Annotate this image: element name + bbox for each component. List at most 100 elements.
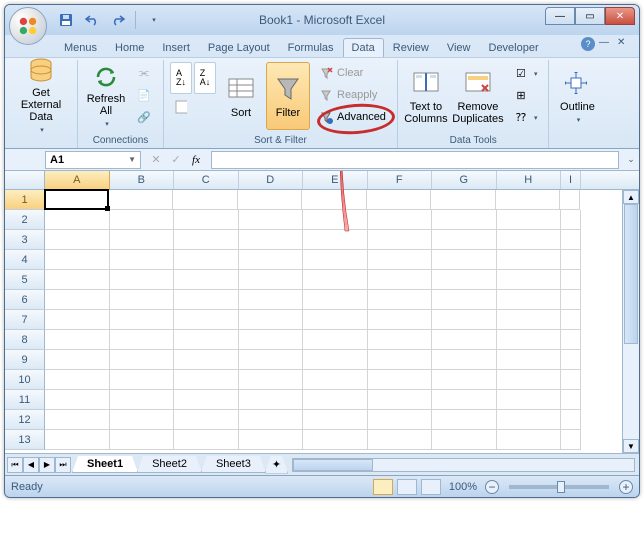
cell[interactable] (110, 390, 175, 410)
advanced-button[interactable]: Advanced (313, 106, 391, 128)
row-header[interactable]: 1 (5, 190, 45, 210)
cell[interactable] (497, 330, 562, 350)
cell[interactable] (561, 330, 581, 350)
redo-icon[interactable] (107, 9, 129, 31)
tab-view[interactable]: View (438, 38, 480, 57)
cell[interactable] (110, 290, 175, 310)
cell[interactable] (239, 270, 304, 290)
row-header[interactable]: 7 (5, 310, 45, 330)
cell[interactable] (174, 390, 239, 410)
connections-button[interactable]: ⫘ (131, 62, 157, 84)
cell[interactable] (239, 290, 304, 310)
zoom-out-button[interactable]: − (485, 480, 499, 494)
cell[interactable] (174, 290, 239, 310)
reapply-button[interactable]: Reapply (313, 84, 391, 106)
cell[interactable] (561, 210, 581, 230)
cell[interactable] (367, 190, 432, 210)
cell[interactable] (497, 350, 562, 370)
expand-formula-icon[interactable]: ⌄ (623, 154, 639, 165)
save-icon[interactable] (55, 9, 77, 31)
sheet-tab-2[interactable]: Sheet2 (137, 456, 202, 473)
vscroll-thumb[interactable] (624, 204, 638, 344)
cell[interactable] (110, 330, 175, 350)
office-button[interactable] (9, 7, 47, 45)
cell[interactable] (432, 210, 497, 230)
cell[interactable] (432, 330, 497, 350)
cell[interactable] (432, 230, 497, 250)
formula-input[interactable] (211, 151, 619, 169)
cell[interactable] (368, 310, 433, 330)
cell[interactable] (110, 310, 175, 330)
zoom-in-button[interactable]: + (619, 480, 633, 494)
sort-az-button[interactable]: AZ↓ (170, 62, 192, 94)
what-if-button[interactable]: ⁇ (508, 106, 543, 128)
cell[interactable] (174, 350, 239, 370)
cell[interactable] (110, 270, 175, 290)
cell[interactable] (173, 190, 238, 210)
close-button[interactable]: ✕ (605, 7, 635, 25)
col-header-c[interactable]: C (174, 171, 239, 189)
scroll-down-icon[interactable]: ▼ (623, 439, 639, 453)
col-header-d[interactable]: D (239, 171, 304, 189)
cell[interactable] (303, 310, 368, 330)
cell[interactable] (174, 210, 239, 230)
first-sheet-icon[interactable]: ⏮ (7, 457, 23, 473)
cell[interactable] (174, 250, 239, 270)
cell[interactable] (561, 370, 581, 390)
cell[interactable] (239, 230, 304, 250)
qat-customize-icon[interactable] (142, 9, 164, 31)
sort-button[interactable]: Sort (219, 62, 263, 130)
cell[interactable] (497, 210, 562, 230)
cell[interactable] (368, 390, 433, 410)
cell[interactable] (561, 290, 581, 310)
properties-button[interactable]: 📄 (131, 84, 157, 106)
cell[interactable] (561, 410, 581, 430)
cell[interactable] (497, 430, 562, 450)
cell[interactable] (368, 250, 433, 270)
cell[interactable] (174, 230, 239, 250)
select-all-corner[interactable] (5, 171, 45, 189)
cell[interactable] (44, 189, 109, 210)
cell[interactable] (560, 190, 580, 210)
cell[interactable] (368, 230, 433, 250)
tab-review[interactable]: Review (384, 38, 438, 57)
row-header[interactable]: 11 (5, 390, 45, 410)
cell[interactable] (432, 270, 497, 290)
cell[interactable] (239, 250, 304, 270)
row-header[interactable]: 9 (5, 350, 45, 370)
undo-icon[interactable] (81, 9, 103, 31)
cell[interactable] (110, 250, 175, 270)
col-header-b[interactable]: B (110, 171, 175, 189)
zoom-value[interactable]: 100% (449, 481, 477, 493)
enter-formula-icon[interactable]: ✓ (167, 151, 185, 169)
cell[interactable] (238, 190, 303, 210)
tab-developer[interactable]: Developer (480, 38, 548, 57)
cell[interactable] (496, 190, 561, 210)
cell[interactable] (45, 210, 110, 230)
refresh-all-button[interactable]: Refresh All (84, 62, 128, 130)
row-header[interactable]: 12 (5, 410, 45, 430)
row-header[interactable]: 4 (5, 250, 45, 270)
cell[interactable] (303, 270, 368, 290)
cell[interactable] (110, 350, 175, 370)
help-icon[interactable]: ? (581, 37, 595, 51)
cell[interactable] (497, 290, 562, 310)
cell[interactable] (432, 390, 497, 410)
col-header-e[interactable]: E (303, 171, 368, 189)
remove-duplicates-button[interactable]: Remove Duplicates (451, 62, 505, 130)
minimize-ribbon-icon[interactable]: — (599, 37, 613, 51)
cell[interactable] (368, 430, 433, 450)
cell[interactable] (497, 230, 562, 250)
cell[interactable] (432, 250, 497, 270)
cell[interactable] (303, 390, 368, 410)
minimize-button[interactable]: — (545, 7, 575, 25)
col-header-h[interactable]: H (497, 171, 562, 189)
cell[interactable] (368, 350, 433, 370)
cell[interactable] (303, 250, 368, 270)
cell[interactable] (561, 250, 581, 270)
cell[interactable] (497, 410, 562, 430)
data-validation-button[interactable]: ☑ (508, 62, 543, 84)
col-header-g[interactable]: G (432, 171, 497, 189)
cell[interactable] (110, 210, 175, 230)
cancel-formula-icon[interactable]: ✕ (147, 151, 165, 169)
